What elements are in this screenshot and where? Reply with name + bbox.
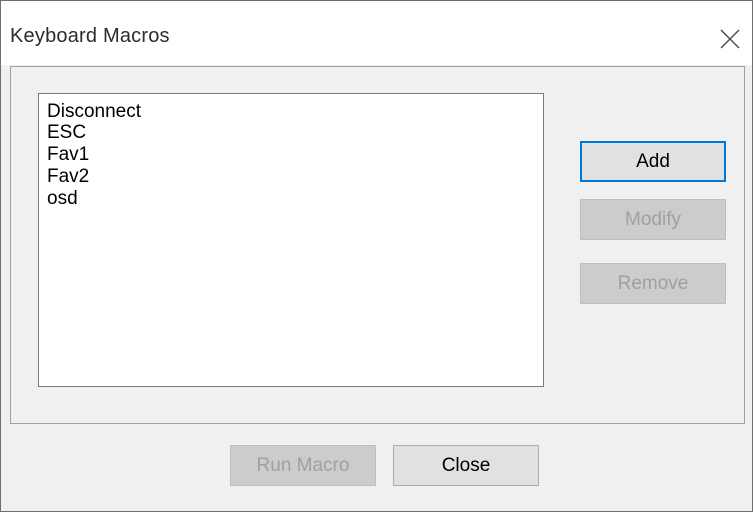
run-macro-button[interactable]: Run Macro — [230, 445, 376, 486]
macros-panel: Disconnect ESC Fav1 Fav2 osd Add Modify … — [10, 66, 745, 424]
close-icon[interactable] — [719, 28, 741, 50]
keyboard-macros-dialog: Keyboard Macros Disconnect ESC Fav1 Fav2… — [0, 0, 753, 512]
list-item[interactable]: osd — [47, 188, 78, 209]
list-item[interactable]: Fav1 — [47, 144, 89, 165]
modify-button[interactable]: Modify — [580, 199, 726, 240]
close-button[interactable]: Close — [393, 445, 539, 486]
list-item[interactable]: Fav2 — [47, 166, 89, 187]
list-item[interactable]: ESC — [47, 122, 86, 143]
list-item[interactable]: Disconnect — [47, 101, 141, 122]
add-button[interactable]: Add — [580, 141, 726, 182]
window-title: Keyboard Macros — [10, 25, 170, 47]
title-bar: Keyboard Macros — [1, 1, 752, 65]
remove-button[interactable]: Remove — [580, 263, 726, 304]
macro-listbox[interactable]: Disconnect ESC Fav1 Fav2 osd — [38, 93, 544, 387]
